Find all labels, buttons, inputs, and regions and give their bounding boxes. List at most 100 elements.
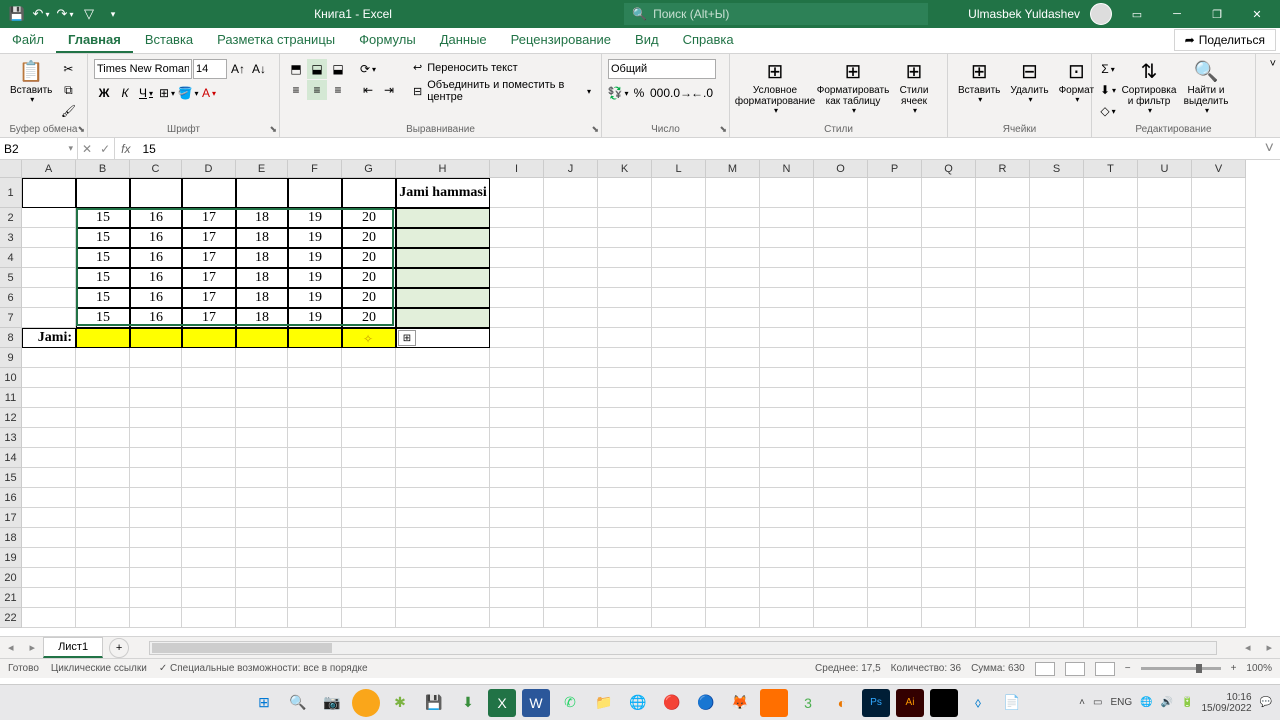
sheet-nav-next[interactable]: ▸ bbox=[22, 641, 44, 654]
cell[interactable] bbox=[76, 608, 130, 628]
cell[interactable]: 19 bbox=[288, 208, 342, 228]
cell[interactable] bbox=[652, 328, 706, 348]
cell[interactable] bbox=[652, 178, 706, 208]
cell[interactable] bbox=[922, 488, 976, 508]
cell[interactable] bbox=[868, 228, 922, 248]
cell[interactable] bbox=[396, 508, 490, 528]
row-header[interactable]: 18 bbox=[0, 528, 22, 548]
cell[interactable]: 15 bbox=[76, 268, 130, 288]
cell[interactable] bbox=[130, 178, 182, 208]
cell[interactable] bbox=[544, 508, 598, 528]
sheet-tab[interactable]: Лист1 bbox=[43, 637, 103, 658]
cell[interactable] bbox=[1192, 408, 1246, 428]
cell[interactable]: 20 bbox=[342, 248, 396, 268]
cell[interactable] bbox=[706, 408, 760, 428]
cell[interactable] bbox=[1192, 548, 1246, 568]
cell[interactable] bbox=[1138, 308, 1192, 328]
col-header[interactable]: T bbox=[1084, 160, 1138, 178]
cell[interactable] bbox=[598, 248, 652, 268]
cell[interactable]: 17 bbox=[182, 268, 236, 288]
cell[interactable] bbox=[130, 408, 182, 428]
cell[interactable]: 19 bbox=[288, 288, 342, 308]
cell[interactable] bbox=[598, 228, 652, 248]
cell[interactable] bbox=[868, 268, 922, 288]
illustrator-icon[interactable]: Ai bbox=[896, 689, 924, 717]
search-taskbar-icon[interactable]: 🔍 bbox=[284, 689, 312, 717]
cell[interactable] bbox=[22, 388, 76, 408]
cell[interactable] bbox=[760, 228, 814, 248]
align-center-icon[interactable]: ≡ bbox=[307, 80, 327, 100]
notifications-icon[interactable]: 💬 bbox=[1260, 697, 1272, 708]
cell[interactable] bbox=[544, 288, 598, 308]
cell[interactable] bbox=[342, 468, 396, 488]
cell[interactable] bbox=[342, 508, 396, 528]
cell[interactable] bbox=[814, 268, 868, 288]
underline-button[interactable]: Ч▾ bbox=[136, 83, 156, 103]
cell[interactable] bbox=[1138, 228, 1192, 248]
cell[interactable] bbox=[236, 468, 288, 488]
cell[interactable] bbox=[396, 568, 490, 588]
cell[interactable] bbox=[288, 488, 342, 508]
cell[interactable] bbox=[396, 488, 490, 508]
cell[interactable] bbox=[396, 528, 490, 548]
blender-icon[interactable]: ◐ bbox=[828, 689, 856, 717]
cell[interactable] bbox=[1192, 588, 1246, 608]
cell[interactable]: 18 bbox=[236, 228, 288, 248]
cell[interactable] bbox=[706, 508, 760, 528]
cell[interactable] bbox=[544, 608, 598, 628]
cell[interactable] bbox=[1084, 328, 1138, 348]
cell[interactable] bbox=[1030, 528, 1084, 548]
cell[interactable] bbox=[396, 448, 490, 468]
cell[interactable] bbox=[1084, 588, 1138, 608]
cell[interactable] bbox=[396, 368, 490, 388]
paste-button[interactable]: 📋 Вставить ▾ bbox=[6, 59, 56, 107]
cell[interactable] bbox=[288, 408, 342, 428]
col-header[interactable]: P bbox=[868, 160, 922, 178]
font-name-select[interactable] bbox=[94, 59, 192, 79]
cell[interactable]: 19 bbox=[288, 268, 342, 288]
cell[interactable] bbox=[22, 408, 76, 428]
col-header[interactable]: O bbox=[814, 160, 868, 178]
cell[interactable] bbox=[1138, 368, 1192, 388]
clipboard-launcher[interactable]: ⬊ bbox=[77, 124, 85, 135]
cell[interactable] bbox=[652, 288, 706, 308]
cell[interactable] bbox=[706, 348, 760, 368]
tab-рецензирование[interactable]: Рецензирование bbox=[499, 28, 623, 53]
col-header[interactable]: A bbox=[22, 160, 76, 178]
cell[interactable] bbox=[706, 368, 760, 388]
align-launcher[interactable]: ⬊ bbox=[591, 124, 599, 135]
cell[interactable] bbox=[706, 388, 760, 408]
cell[interactable] bbox=[22, 348, 76, 368]
cell[interactable] bbox=[1192, 388, 1246, 408]
zoom-out-icon[interactable]: − bbox=[1125, 663, 1131, 674]
cell[interactable] bbox=[288, 448, 342, 468]
cell[interactable] bbox=[490, 248, 544, 268]
align-bottom-icon[interactable]: ⬓ bbox=[328, 59, 348, 79]
cell[interactable] bbox=[22, 608, 76, 628]
cell[interactable] bbox=[868, 508, 922, 528]
enter-formula-icon[interactable]: ✓ bbox=[100, 142, 110, 156]
cell[interactable] bbox=[182, 178, 236, 208]
tab-разметка страницы[interactable]: Разметка страницы bbox=[205, 28, 347, 53]
cell[interactable]: 15 bbox=[76, 248, 130, 268]
cell[interactable] bbox=[544, 468, 598, 488]
cell[interactable] bbox=[814, 388, 868, 408]
cell[interactable] bbox=[490, 178, 544, 208]
cell[interactable] bbox=[1084, 388, 1138, 408]
cell[interactable] bbox=[760, 268, 814, 288]
share-button[interactable]: ➦ Поделиться bbox=[1174, 29, 1276, 51]
cell[interactable] bbox=[706, 468, 760, 488]
cell[interactable] bbox=[706, 528, 760, 548]
cell[interactable] bbox=[288, 468, 342, 488]
cell[interactable] bbox=[1030, 308, 1084, 328]
cell[interactable] bbox=[760, 328, 814, 348]
cell[interactable] bbox=[652, 448, 706, 468]
cell[interactable] bbox=[814, 248, 868, 268]
cell[interactable] bbox=[598, 428, 652, 448]
cell[interactable] bbox=[288, 368, 342, 388]
row-headers[interactable]: 12345678910111213141516171819202122 bbox=[0, 178, 22, 628]
cell[interactable] bbox=[1138, 328, 1192, 348]
cell[interactable] bbox=[598, 348, 652, 368]
cell[interactable] bbox=[976, 568, 1030, 588]
cell[interactable]: 16 bbox=[130, 248, 182, 268]
